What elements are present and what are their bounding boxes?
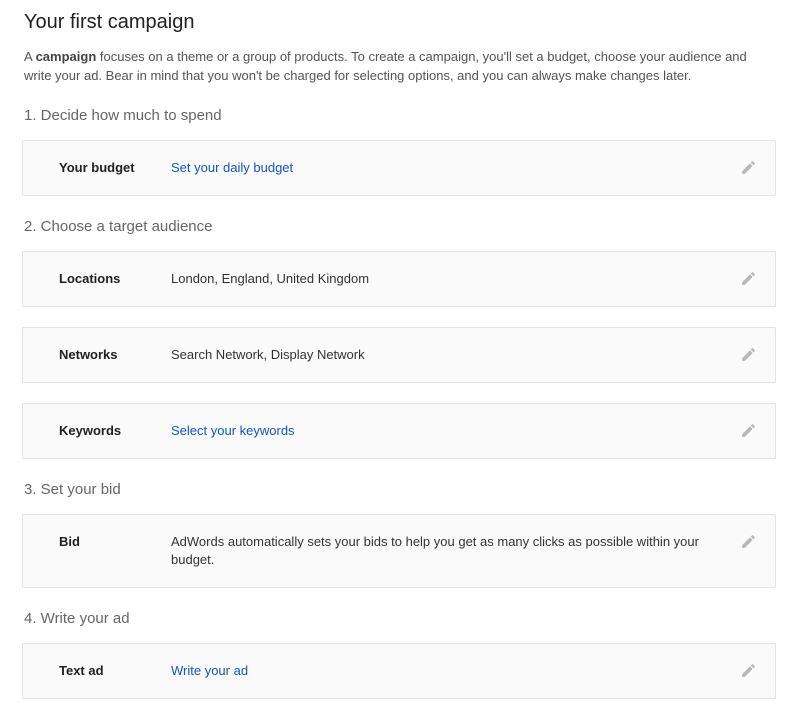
edit-bid-button[interactable] [740, 532, 758, 550]
networks-value: Search Network, Display Network [171, 346, 365, 364]
set-daily-budget-link[interactable]: Set your daily budget [171, 159, 293, 177]
setting-row-bid[interactable]: Bid AdWords automatically sets your bids… [22, 514, 776, 588]
edit-text-ad-button[interactable] [740, 661, 758, 679]
row-label: Text ad [59, 662, 171, 680]
write-your-ad-link[interactable]: Write your ad [171, 662, 248, 680]
locations-value: London, England, United Kingdom [171, 270, 369, 288]
setting-row-text-ad[interactable]: Text ad Write your ad [22, 643, 776, 699]
pencil-icon [740, 346, 758, 363]
select-keywords-link[interactable]: Select your keywords [171, 422, 295, 440]
row-label: Networks [59, 346, 171, 364]
section-heading-ad: 4. Write your ad [24, 610, 776, 628]
pencil-icon [740, 159, 758, 176]
intro-rest: focuses on a theme or a group of product… [24, 49, 747, 83]
row-label: Bid [59, 533, 171, 551]
intro-bold-term: campaign [36, 49, 97, 64]
intro-paragraph: A campaign focuses on a theme or a group… [24, 47, 772, 85]
pencil-icon [740, 270, 758, 287]
bid-value: AdWords automatically sets your bids to … [171, 533, 723, 569]
pencil-icon [740, 422, 758, 439]
page-title: Your first campaign [24, 10, 776, 34]
edit-networks-button[interactable] [740, 345, 758, 363]
row-label: Your budget [59, 159, 171, 177]
pencil-icon [740, 662, 758, 679]
pencil-icon [740, 533, 758, 550]
edit-locations-button[interactable] [740, 269, 758, 287]
edit-budget-button[interactable] [740, 158, 758, 176]
setting-row-locations[interactable]: Locations London, England, United Kingdo… [22, 251, 776, 307]
section-heading-audience: 2. Choose a target audience [24, 218, 776, 236]
section-heading-bid: 3. Set your bid [24, 481, 776, 499]
setting-row-networks[interactable]: Networks Search Network, Display Network [22, 327, 776, 383]
row-label: Keywords [59, 422, 171, 440]
intro-prefix: A [24, 49, 36, 64]
setting-row-budget[interactable]: Your budget Set your daily budget [22, 140, 776, 196]
row-label: Locations [59, 270, 171, 288]
edit-keywords-button[interactable] [740, 421, 758, 439]
campaign-setup-page: Your first campaign A campaign focuses o… [0, 0, 792, 719]
section-heading-budget: 1. Decide how much to spend [24, 107, 776, 125]
setting-row-keywords[interactable]: Keywords Select your keywords [22, 403, 776, 459]
